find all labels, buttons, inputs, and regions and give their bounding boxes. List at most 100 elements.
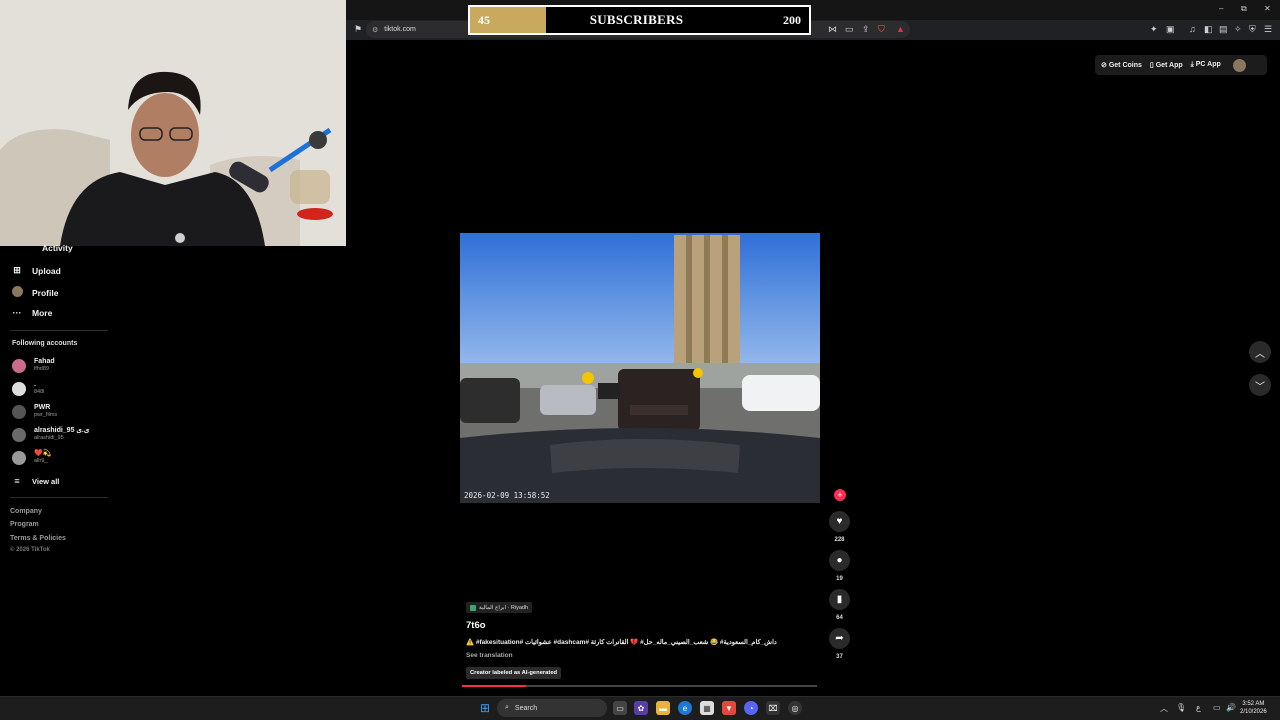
account-handle: alrashidi_95 xyxy=(34,435,64,441)
file-explorer-icon[interactable]: ▬ xyxy=(656,701,670,715)
account-name: alrashidi_95 ی.ی xyxy=(34,427,90,434)
share-button[interactable]: ➦ xyxy=(829,628,850,649)
save-count: 64 xyxy=(836,615,843,621)
volume-icon[interactable]: 🔊 xyxy=(1226,703,1236,712)
sidebar-item-activity[interactable]: Activity xyxy=(12,243,73,253)
music-icon[interactable]: ♫ xyxy=(1189,24,1196,35)
reader-icon[interactable]: ⋈ xyxy=(828,24,837,35)
post-caption: ⚠️ #fakesituation# عشوائيات #dashcam# دا… xyxy=(466,639,777,646)
network-icon[interactable]: ▭ xyxy=(1213,703,1221,712)
clock-date: 2/10/2026 xyxy=(1240,709,1267,715)
footer-company[interactable]: Company xyxy=(10,508,42,515)
ai-label-badge: Creator labeled as AI-generated xyxy=(466,667,562,679)
plus-icon: + xyxy=(837,490,843,500)
bookmark-icon: ▮ xyxy=(836,594,843,605)
extensions-icon[interactable]: ✦ xyxy=(1150,24,1158,35)
get-coins-button[interactable]: ⊘ Get Coins xyxy=(1101,61,1142,69)
store-icon[interactable]: ▦ xyxy=(700,701,714,715)
pc-app-button[interactable]: ⤓ PC App xyxy=(1191,61,1221,69)
language-indicator[interactable]: ع xyxy=(1196,703,1201,712)
following-account[interactable]: . 848l xyxy=(12,381,44,396)
footer-terms[interactable]: Terms & Policies xyxy=(10,535,66,542)
video-progress-bar[interactable] xyxy=(462,685,817,687)
like-button[interactable]: ♥ xyxy=(829,511,850,532)
subscriber-goal-overlay: 45 SUBSCRIBERS 200 xyxy=(468,5,811,35)
get-app-label: Get App xyxy=(1155,62,1183,69)
search-label: Search xyxy=(514,704,538,712)
screenshot-icon[interactable]: ▣ xyxy=(1166,24,1175,35)
tray-overflow-icon[interactable]: ︿ xyxy=(1160,703,1168,714)
account-name: PWR xyxy=(34,404,51,411)
sidebar-toggle-icon[interactable]: ◧ xyxy=(1204,24,1213,35)
following-account[interactable]: alrashidi_95 ی.ی alrashidi_95 xyxy=(12,427,89,442)
vpn-icon[interactable]: ⛨ xyxy=(1249,24,1256,35)
avatar xyxy=(12,381,26,396)
footer-copyright: © 2026 TikTok xyxy=(10,547,50,553)
discord-icon[interactable]: ◔ xyxy=(744,701,758,715)
edge-icon[interactable]: e xyxy=(678,701,692,715)
task-view-icon[interactable]: ▭ xyxy=(613,701,627,715)
brave-icon[interactable]: ▼ xyxy=(722,701,736,715)
leo-icon[interactable]: ✧ xyxy=(1234,24,1242,35)
sidebar-item-label: Profile xyxy=(32,287,59,298)
follow-button[interactable]: + xyxy=(834,489,846,501)
account-name: . xyxy=(34,381,36,388)
bookmark-icon[interactable]: ⚑ xyxy=(354,24,362,35)
video-timestamp: 2026-02-09 13:58:52 xyxy=(464,491,550,500)
user-avatar[interactable] xyxy=(1232,58,1246,72)
share-icon[interactable]: ⇪ xyxy=(862,24,870,35)
microphone-icon[interactable]: 🎙 xyxy=(1176,703,1186,712)
following-account[interactable]: ❤️💫 allr9_ xyxy=(12,450,51,465)
comment-count: 19 xyxy=(836,576,843,582)
next-video-button[interactable]: ﹀ xyxy=(1249,374,1271,396)
windows-start-icon[interactable]: ⊞ xyxy=(478,701,492,715)
account-handle: pwr_films xyxy=(34,412,58,418)
location-tag[interactable]: ابراج المالية · Riyadh xyxy=(466,602,533,613)
sidebar-item-more[interactable]: ··· More xyxy=(12,308,53,318)
app-icon[interactable]: ⌧ xyxy=(766,701,780,715)
account-handle: lfhd89 xyxy=(34,366,49,372)
obs-icon[interactable]: ◎ xyxy=(788,701,802,715)
sidebar-item-label: Upload xyxy=(32,265,61,276)
heart-icon: ♥ xyxy=(836,516,843,527)
wallet-icon[interactable]: ▤ xyxy=(1219,24,1228,35)
footer-program[interactable]: Program xyxy=(10,521,39,528)
site-info-icon[interactable]: ⚙ xyxy=(372,26,378,34)
save-button[interactable]: ▮ xyxy=(829,589,850,610)
account-name: Fahad xyxy=(34,358,55,365)
share-arrow-icon: ➦ xyxy=(835,633,844,644)
chevron-up-icon: ︿ xyxy=(1255,348,1265,360)
url-text: tiktok.com xyxy=(384,26,416,33)
copilot-icon[interactable]: ✿ xyxy=(634,701,648,715)
location-label: ابراج المالية · Riyadh xyxy=(479,604,529,611)
video-progress-fill xyxy=(462,685,526,687)
close-button[interactable]: ✕ xyxy=(1264,4,1271,13)
see-translation-link[interactable]: See translation xyxy=(466,652,513,659)
taskbar-search[interactable]: ⌕ Search xyxy=(497,699,607,717)
comment-button[interactable]: ● xyxy=(829,550,850,571)
minimize-button[interactable]: – xyxy=(1219,4,1223,13)
view-all-label: View all xyxy=(32,476,60,486)
brave-rewards-icon[interactable]: ▲ xyxy=(896,24,905,35)
sidebar-item-upload[interactable]: ⊞ Upload xyxy=(12,265,61,276)
cast-icon[interactable]: ▭ xyxy=(845,24,854,35)
account-handle: 848l xyxy=(34,389,45,395)
divider xyxy=(10,497,108,498)
following-account[interactable]: PWR pwr_films xyxy=(12,404,57,419)
system-clock[interactable]: 3:52 AM 2/10/2026 xyxy=(1240,700,1267,716)
following-title: Following accounts xyxy=(12,340,78,347)
video-player[interactable]: 2026-02-09 13:58:52 xyxy=(460,233,820,503)
menu-icon[interactable]: ☰ xyxy=(1264,24,1272,35)
sidebar-item-profile[interactable]: Profile xyxy=(12,286,58,299)
view-all-button[interactable]: ≡ View all xyxy=(12,476,59,486)
clock-time: 3:52 AM xyxy=(1242,701,1265,707)
previous-video-button[interactable]: ︿ xyxy=(1249,341,1271,363)
share-count: 37 xyxy=(836,654,843,660)
restore-button[interactable]: ⧉ xyxy=(1241,4,1247,14)
following-account[interactable]: Fahad lfhd89 xyxy=(12,358,55,373)
download-icon: ⤓ xyxy=(1190,61,1194,68)
author-name[interactable]: 7t6o xyxy=(466,620,486,631)
brave-shield-icon[interactable]: ⛉ xyxy=(878,24,885,35)
get-app-button[interactable]: ▯ Get App xyxy=(1150,61,1183,69)
phone-icon: ▯ xyxy=(1149,62,1154,69)
